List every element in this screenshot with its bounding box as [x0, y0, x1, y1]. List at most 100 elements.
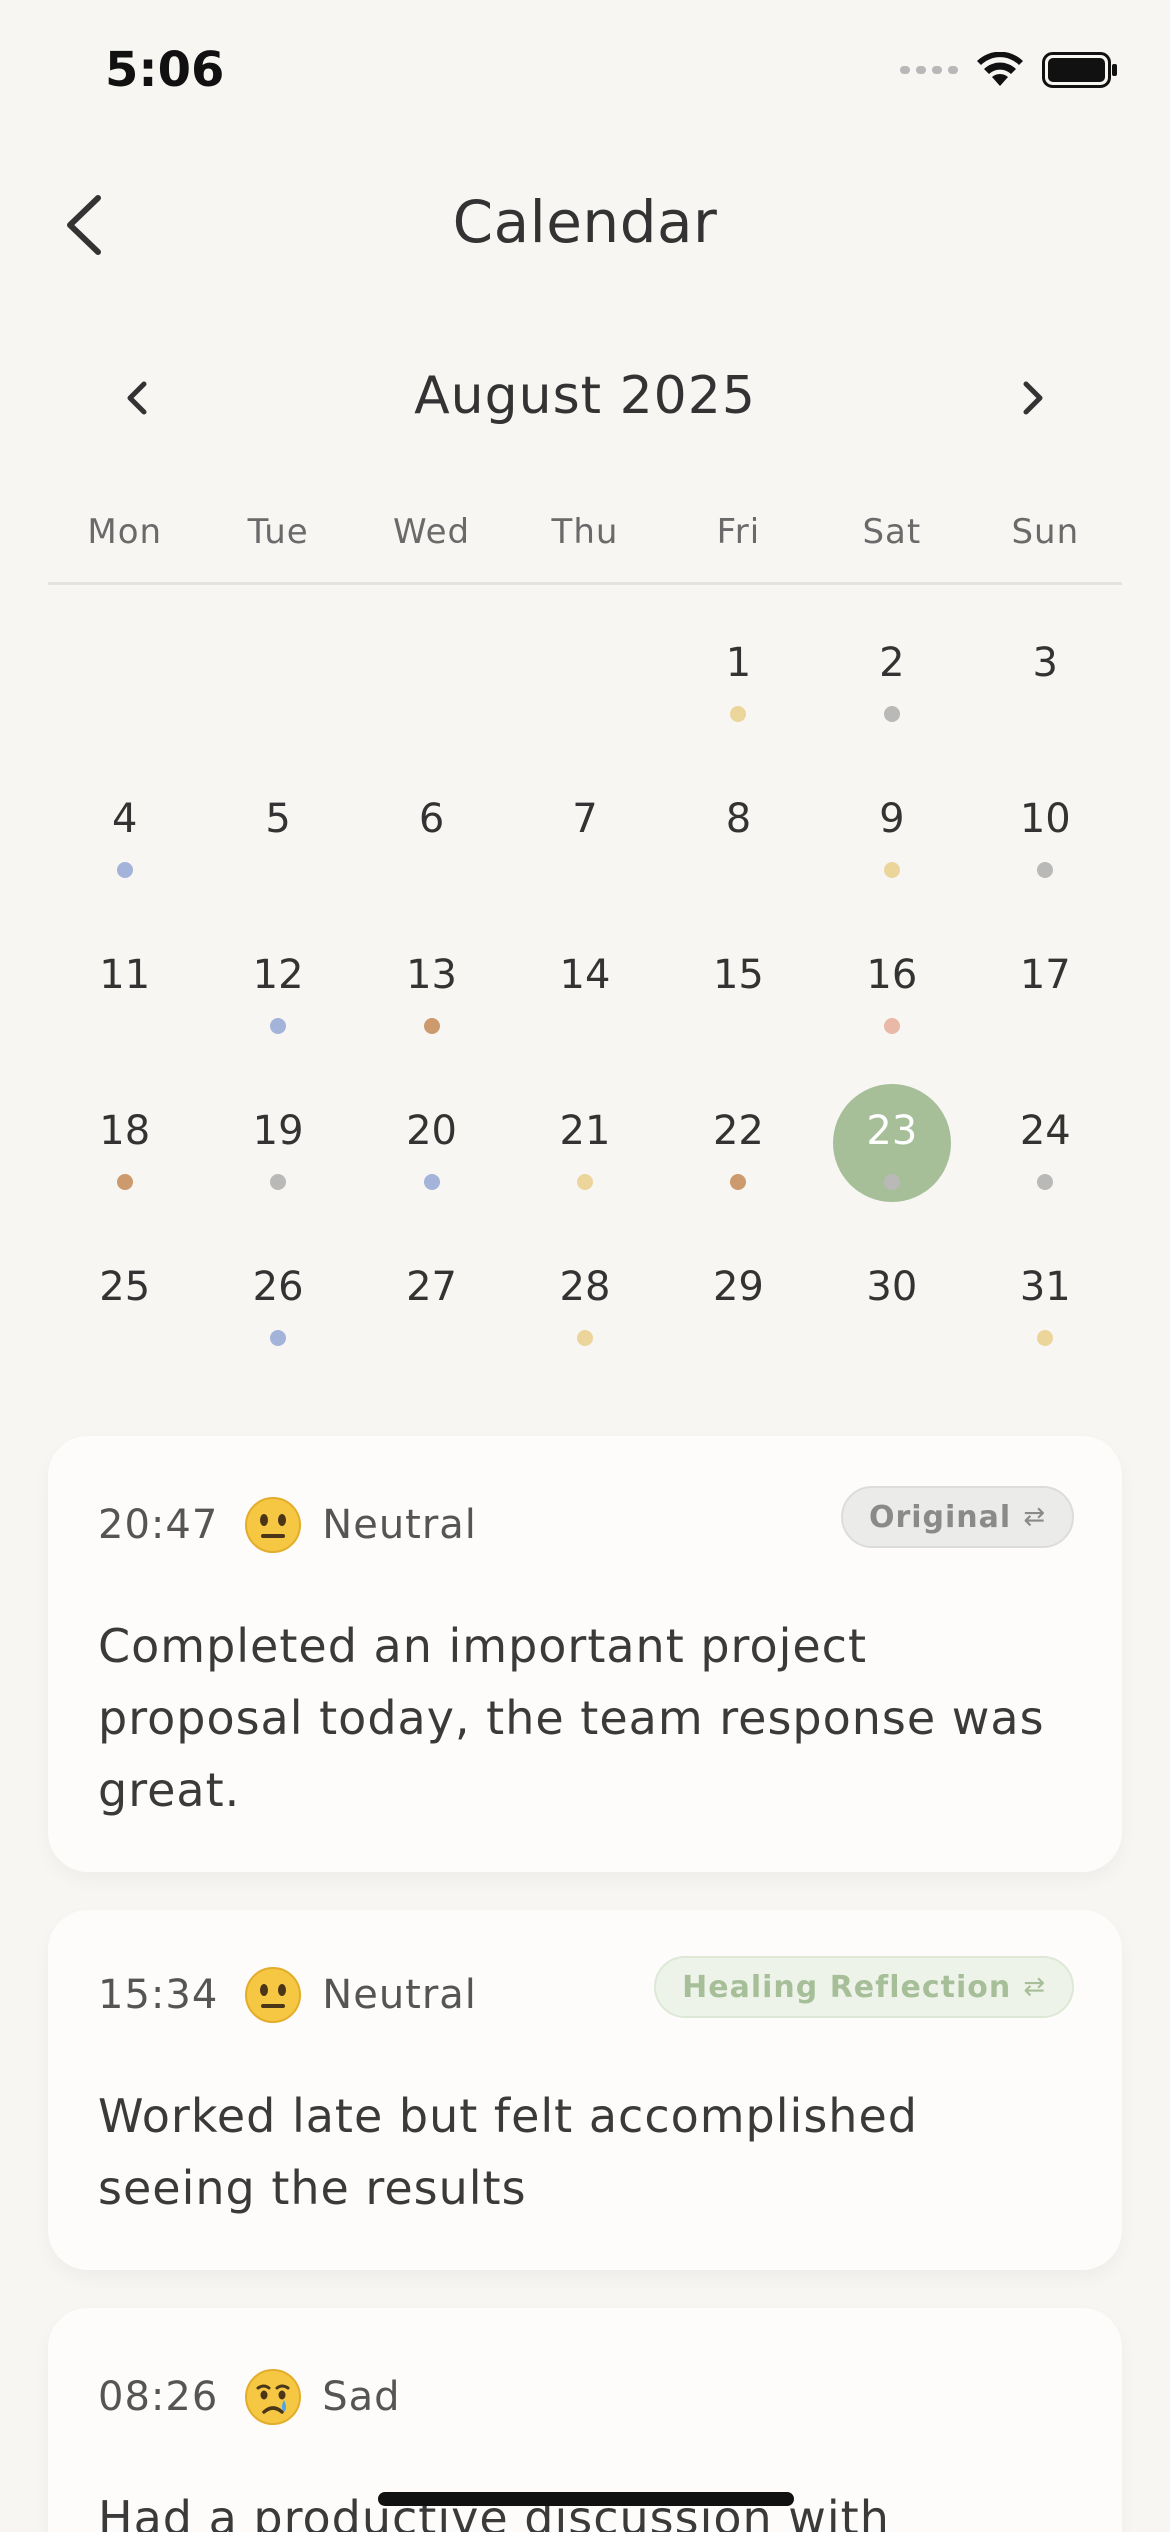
day-cell[interactable]: 17: [969, 912, 1122, 1068]
day-cell[interactable]: 14: [508, 912, 661, 1068]
day-cell[interactable]: 4: [48, 756, 201, 912]
day-cell[interactable]: 8: [662, 756, 815, 912]
day-number: 25: [99, 1264, 151, 1310]
day-number: 11: [99, 952, 151, 998]
day-cell[interactable]: 15: [662, 912, 815, 1068]
swap-icon: ⇄: [1023, 1502, 1046, 1532]
mood-indicator-dot: [270, 1330, 287, 1346]
day-cell[interactable]: 10: [969, 756, 1122, 912]
badge-label: Original: [868, 1499, 1012, 1535]
mood-indicator-dot: [576, 1174, 593, 1190]
neutral-face-icon: [245, 1967, 302, 2023]
empty-day-cell: [201, 600, 354, 756]
day-number: 14: [559, 952, 611, 998]
neutral-face-icon: [245, 1497, 302, 1553]
entry-mood-label: Neutral: [322, 1502, 477, 1548]
weekday-label: Mon: [87, 512, 163, 552]
entry-text: Worked late but felt accomplished seeing…: [98, 2089, 918, 2215]
day-number: 19: [252, 1108, 304, 1154]
day-cell[interactable]: 25: [48, 1224, 201, 1380]
mood-indicator-dot: [730, 706, 747, 722]
mood-indicator-dot: [883, 706, 900, 722]
day-cell[interactable]: 31: [969, 1224, 1122, 1380]
day-number: 23: [866, 1108, 918, 1154]
page-title: Calendar: [452, 188, 718, 256]
day-cell[interactable]: 28: [508, 1224, 661, 1380]
day-number: 9: [879, 796, 905, 842]
day-cell[interactable]: 13: [355, 912, 508, 1068]
mood-indicator-dot: [423, 1018, 440, 1034]
day-number: 22: [712, 1108, 764, 1154]
mood-indicator-dot: [883, 1174, 900, 1190]
day-number: 1: [725, 640, 752, 686]
badge-label: Healing Reflection: [682, 1969, 1012, 2005]
day-cell[interactable]: 6: [355, 756, 508, 912]
day-cell[interactable]: 2: [815, 600, 968, 756]
entry-mood-label: Sad: [322, 2374, 401, 2420]
day-number: 8: [725, 796, 752, 842]
cellular-signal-icon: [900, 66, 958, 74]
day-number: 3: [1032, 640, 1058, 686]
day-cell[interactable]: 18: [48, 1068, 201, 1224]
day-number: 13: [406, 952, 458, 998]
day-cell[interactable]: 24: [969, 1068, 1122, 1224]
day-cell[interactable]: 9: [815, 756, 968, 912]
journal-entry-card[interactable]: 20:47 Neutral Original ⇄ Completed an im…: [48, 1436, 1122, 1872]
day-number: 5: [265, 796, 291, 842]
day-number: 16: [866, 952, 918, 998]
day-cell[interactable]: 23: [815, 1068, 968, 1224]
day-number: 30: [866, 1264, 918, 1310]
day-cell[interactable]: 7: [508, 756, 661, 912]
entry-header: 20:47 Neutral: [98, 1496, 477, 1554]
entry-text: Completed an important project proposal …: [98, 1619, 1045, 1817]
day-number: 18: [99, 1108, 151, 1154]
day-cell[interactable]: 1: [662, 600, 815, 756]
entry-time: 15:34: [98, 1972, 219, 2018]
original-toggle-badge[interactable]: Original ⇄: [840, 1486, 1074, 1548]
day-number: 24: [1019, 1108, 1071, 1154]
day-cell[interactable]: 19: [201, 1068, 354, 1224]
day-cell[interactable]: 29: [662, 1224, 815, 1380]
journal-entry-card[interactable]: 15:34 Neutral Healing Reflection ⇄ Worke…: [48, 1910, 1122, 2270]
day-cell[interactable]: 20: [355, 1068, 508, 1224]
day-cell[interactable]: 5: [201, 756, 354, 912]
day-cell[interactable]: 11: [48, 912, 201, 1068]
day-cell[interactable]: 26: [201, 1224, 354, 1380]
weekday-label: Fri: [716, 512, 761, 552]
status-time: 5:06: [105, 42, 225, 98]
status-icons: [900, 52, 1118, 88]
weekday-label: Sat: [862, 512, 922, 552]
day-number: 26: [252, 1264, 304, 1310]
weekday-label: Wed: [392, 512, 471, 552]
weekday-label: Sun: [1011, 512, 1080, 552]
mood-indicator-dot: [270, 1174, 287, 1190]
day-cell[interactable]: 12: [201, 912, 354, 1068]
month-label: August 2025: [414, 366, 756, 426]
day-cell[interactable]: 30: [815, 1224, 968, 1380]
day-number: 7: [572, 796, 598, 842]
calendar-screen: 5:06 Calendar August 2025 Mon Tue Wed Th…: [0, 0, 1170, 2532]
day-number: 17: [1019, 952, 1071, 998]
entry-mood-label: Neutral: [322, 1972, 477, 2018]
mood-indicator-dot: [730, 1174, 747, 1190]
day-cell[interactable]: 22: [662, 1068, 815, 1224]
entry-time: 20:47: [98, 1502, 219, 1548]
mood-indicator-dot: [270, 1018, 287, 1034]
day-number: 4: [111, 796, 138, 842]
day-number: 2: [879, 640, 905, 686]
entry-text: Had a productive discussion with: [98, 2491, 890, 2532]
healing-reflection-toggle-badge[interactable]: Healing Reflection ⇄: [654, 1956, 1074, 2018]
mood-indicator-dot: [116, 1174, 133, 1190]
day-number: 27: [406, 1264, 458, 1310]
chevron-right-icon: [1023, 381, 1043, 415]
day-cell[interactable]: 21: [508, 1068, 661, 1224]
wifi-icon: [977, 52, 1023, 86]
mood-indicator-dot: [1037, 1330, 1054, 1346]
day-cell[interactable]: 3: [969, 600, 1122, 756]
day-cell[interactable]: 27: [355, 1224, 508, 1380]
swap-icon: ⇄: [1023, 1972, 1046, 2002]
next-month-button[interactable]: [1008, 370, 1058, 426]
day-cell[interactable]: 16: [815, 912, 968, 1068]
day-number: 31: [1019, 1264, 1071, 1310]
mood-indicator-dot: [883, 862, 900, 878]
